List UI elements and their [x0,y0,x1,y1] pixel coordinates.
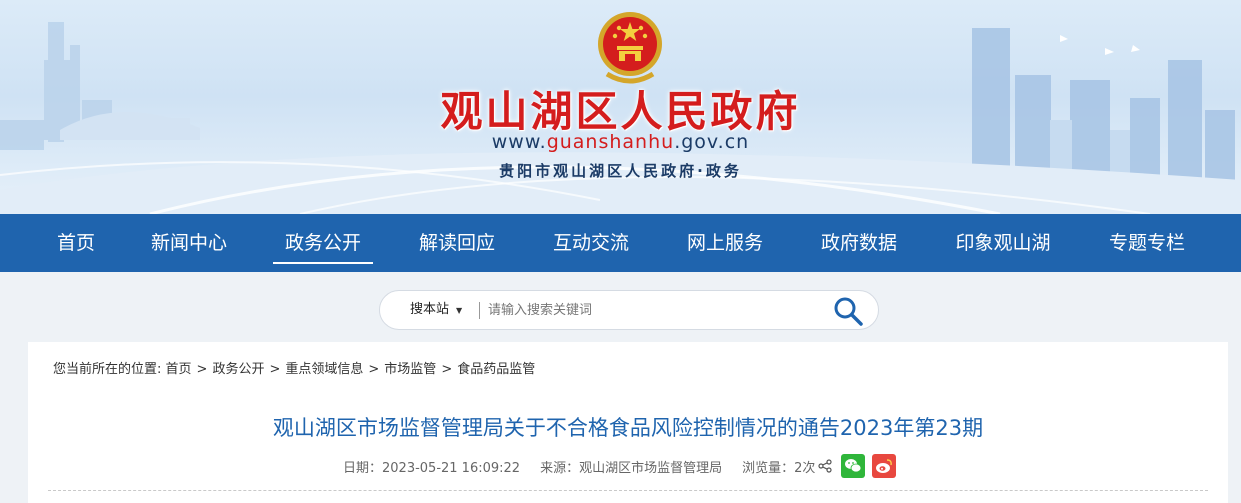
weibo-icon [876,459,893,473]
breadcrumb-separator: > [441,362,453,377]
nav-item-interpretation[interactable]: 解读回应 [413,214,501,272]
article-meta: 日期：2023-05-21 16:09:22 来源：观山湖区市场监督管理局 浏览… [343,453,897,479]
article-views: 浏览量：2次 [742,460,816,476]
search-bar: 搜本站 ▼ [379,290,879,330]
article-source: 来源：观山湖区市场监督管理局 [540,460,723,476]
nav-item-impression[interactable]: 印象观山湖 [947,214,1059,272]
article-title: 观山湖区市场监督管理局关于不合格食品风险控制情况的通告2023年第23期 [272,416,984,440]
nav-item-interaction[interactable]: 互动交流 [547,214,635,272]
site-url-suffix: .gov.cn [674,131,750,153]
search-scope-label: 搜本站 [410,302,450,317]
nav-item-special-topics[interactable]: 专题专栏 [1102,214,1192,272]
content-panel: 您当前所在的位置: 首页 > 政务公开 > 重点领域信息 > 市场监管 > 食品药品监管 观山湖… [28,342,1228,503]
search-icon[interactable] [832,295,864,327]
site-url-highlight: guanshanhu [546,131,675,153]
nav-item-gov-affairs[interactable]: 政务公开 [273,214,373,272]
breadcrumb-prefix: 您当前所在的位置: [53,362,162,377]
site-subtitle: 贵阳市观山湖区人民政府·政务 [499,162,742,180]
header-banner: 观山湖区人民政府 www.guanshanhu.gov.cn 贵阳市观山湖区人民… [0,0,1241,214]
site-title: 观山湖区人民政府 [440,87,801,136]
breadcrumb-item-home[interactable]: 首页 [166,362,192,377]
wechat-icon [845,459,862,473]
nav-item-news-center[interactable]: 新闻中心 [146,214,232,272]
breadcrumb-item-key-areas[interactable]: 重点领域信息 [285,362,363,377]
breadcrumb-separator: > [269,362,281,377]
share-icon[interactable] [818,459,832,473]
caret-down-icon: ▼ [456,306,463,315]
national-emblem-icon [598,12,662,84]
divider-line [48,490,1208,491]
nav-item-gov-data[interactable]: 政府数据 [815,214,903,272]
breadcrumb-item-food-drug[interactable]: 食品药品监管 [457,362,535,377]
breadcrumb-separator: > [368,362,380,377]
breadcrumb-item-market-supervision[interactable]: 市场监管 [384,362,436,377]
site-url: www.guanshanhu.gov.cn [0,131,1241,153]
main-nav: 首页 新闻中心 政务公开 解读回应 互动交流 网上服务 政府数据 印象观山湖 专… [0,214,1241,272]
site-url-prefix: www. [491,131,547,153]
wechat-share-button[interactable] [841,454,866,478]
article-date: 日期：2023-05-21 16:09:22 [343,460,521,476]
search-scope-select[interactable]: 搜本站 ▼ [410,291,462,329]
breadcrumb-item-gov-affairs[interactable]: 政务公开 [212,362,264,377]
search-divider [479,302,480,319]
breadcrumb-separator: > [196,362,208,377]
search-input[interactable] [488,299,818,321]
nav-item-home[interactable]: 首页 [44,214,108,272]
breadcrumb: 您当前所在的位置: 首页 > 政务公开 > 重点领域信息 > 市场监管 > 食品药品监管 [53,358,535,377]
weibo-share-button[interactable] [872,454,897,478]
nav-item-online-service[interactable]: 网上服务 [681,214,769,272]
